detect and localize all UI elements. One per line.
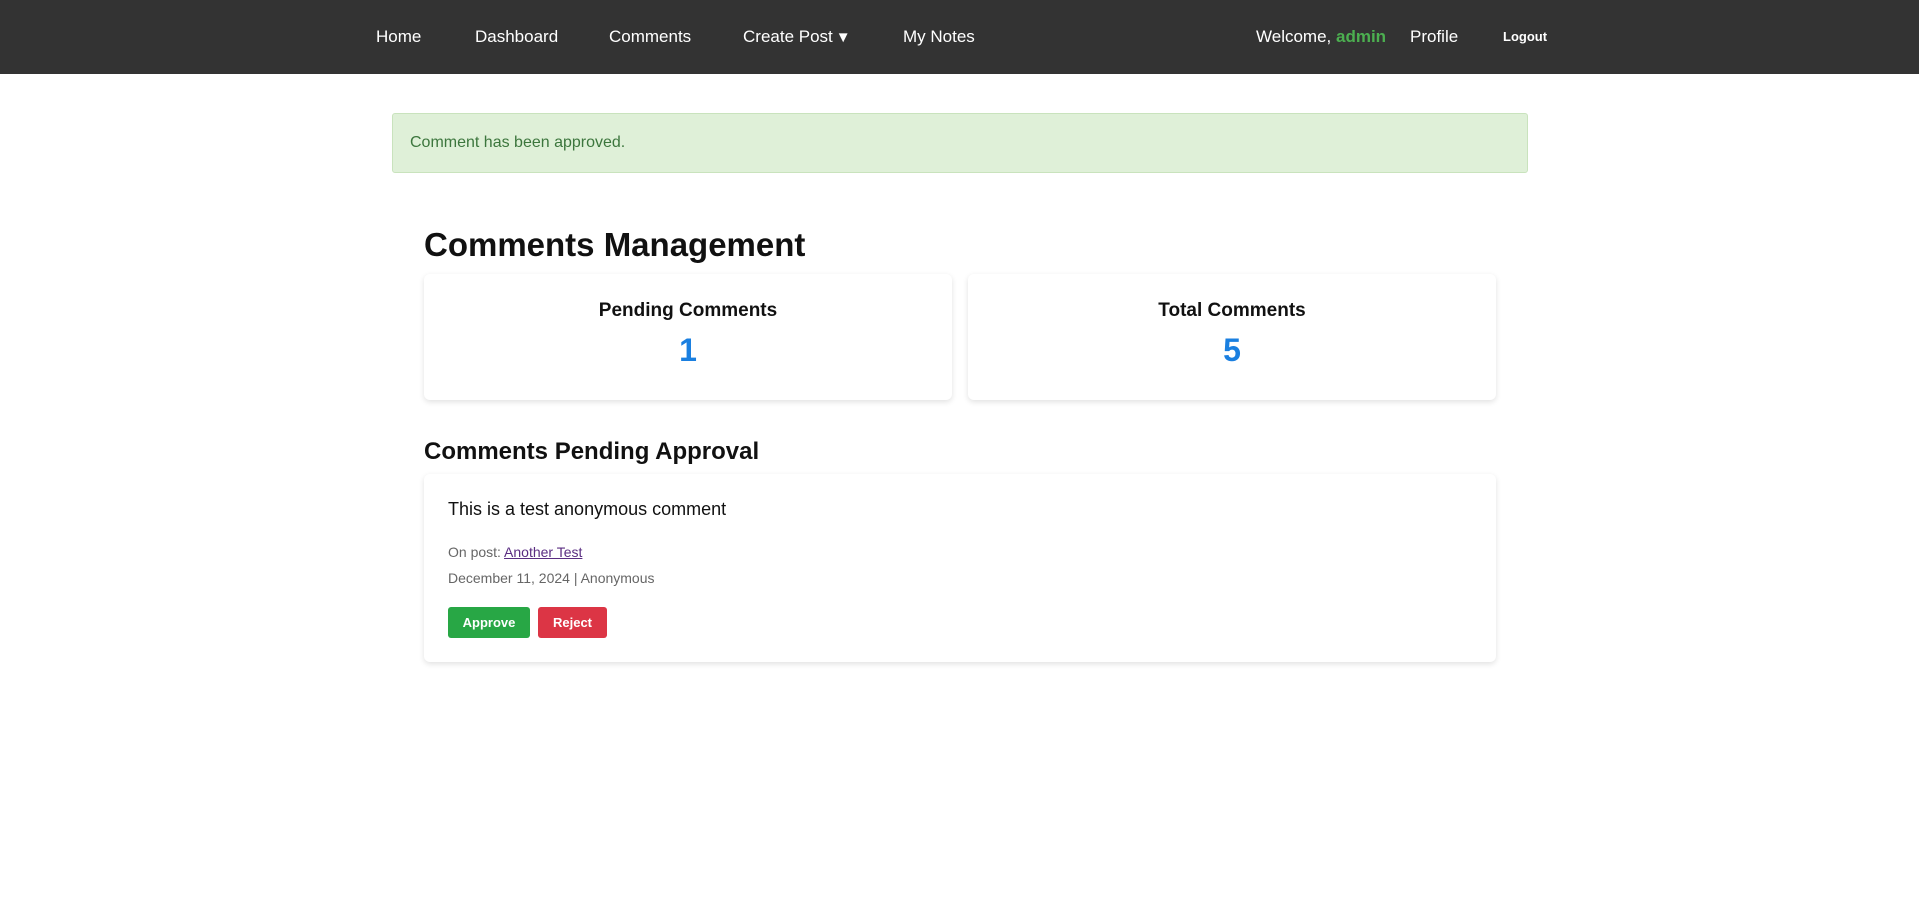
success-alert: Comment has been approved. (392, 113, 1528, 173)
comment-card: This is a test anonymous comment On post… (424, 474, 1496, 662)
comment-meta: December 11, 2024 | Anonymous (448, 570, 655, 586)
stat-value: 1 (679, 332, 697, 368)
nav-home-link[interactable]: Home (376, 0, 421, 74)
pending-comments-card: Pending Comments 1 (424, 274, 952, 400)
comment-post-prefix: On post: (448, 544, 505, 560)
nav-comments-link[interactable]: Comments (609, 0, 691, 74)
current-username: admin (1336, 27, 1387, 46)
comment-post-line: On post: Another Test (448, 544, 582, 560)
nav-dashboard-link[interactable]: Dashboard (475, 0, 558, 74)
section-title: Comments Pending Approval (424, 438, 760, 465)
reject-button[interactable]: Reject (538, 607, 607, 638)
welcome-prefix: Welcome, (1256, 27, 1336, 46)
stat-label: Total Comments (1158, 300, 1306, 321)
stat-value: 5 (1223, 332, 1241, 368)
nav-profile-link[interactable]: Profile (1410, 0, 1458, 74)
stat-label: Pending Comments (598, 300, 778, 321)
total-comments-card: Total Comments 5 (968, 274, 1496, 400)
welcome-text: Welcome, admin (1256, 0, 1386, 74)
nav-create-post-label: Create Post (743, 27, 833, 46)
top-navbar: Home Dashboard Comments Create Post ▼ My … (0, 0, 1919, 74)
nav-my-notes-link[interactable]: My Notes (903, 0, 975, 74)
nav-create-post-dropdown[interactable]: Create Post ▼ (743, 0, 851, 74)
approve-button[interactable]: Approve (448, 607, 530, 638)
caret-down-icon: ▼ (835, 29, 851, 46)
comment-post-link[interactable]: Another Test (504, 544, 582, 560)
nav-logout-link[interactable]: Logout (1503, 0, 1547, 74)
page-title: Comments Management (424, 226, 806, 263)
comment-text: This is a test anonymous comment (448, 499, 727, 519)
